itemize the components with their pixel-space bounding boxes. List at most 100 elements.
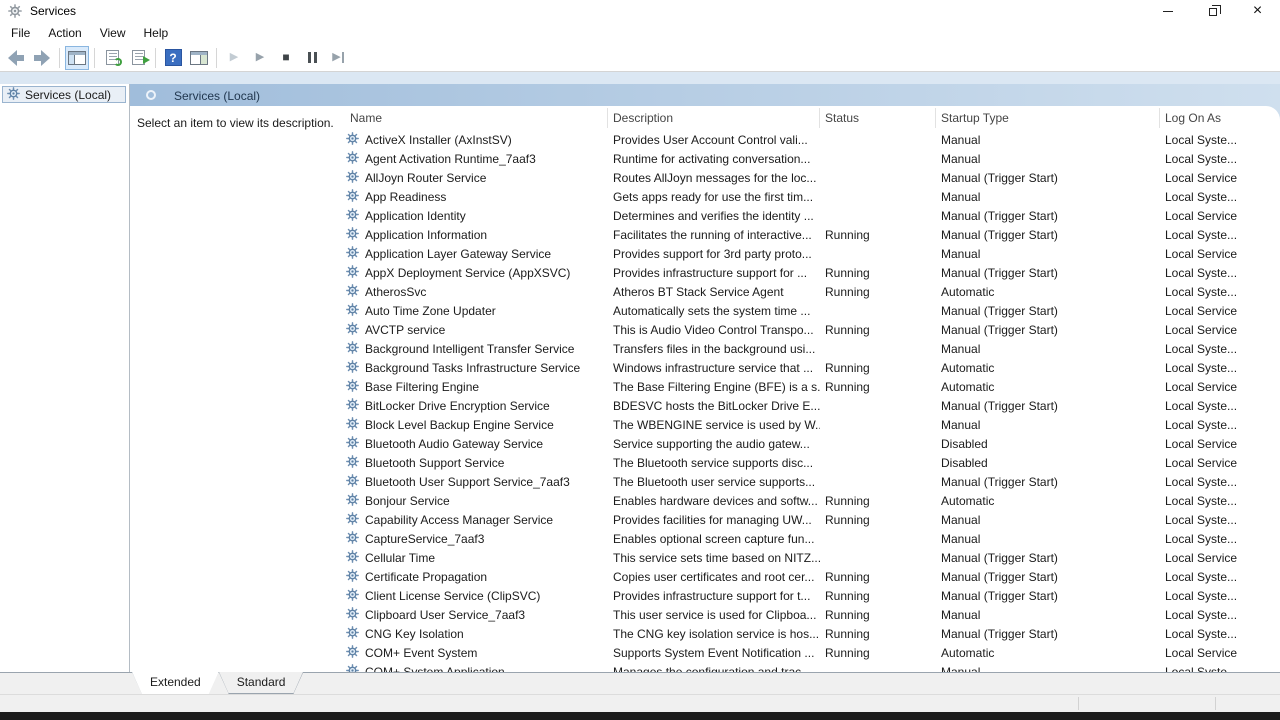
stop-service-icon: ■ — [282, 52, 289, 63]
service-description: This service sets time based on NITZ... — [608, 551, 820, 565]
table-row[interactable]: Application Layer Gateway Service Provid… — [340, 244, 1256, 263]
tab-standard[interactable]: Standard — [219, 672, 304, 694]
service-startup-type: Manual (Trigger Start) — [936, 475, 1160, 489]
services-grid: Name Description Status Startup Type Log… — [340, 106, 1256, 672]
service-description: The Bluetooth user service supports... — [608, 475, 820, 489]
service-log-on-as: Local Syste... — [1160, 228, 1256, 242]
service-gear-icon — [346, 151, 359, 164]
service-gear-icon-slot — [346, 398, 359, 414]
table-row[interactable]: BitLocker Drive Encryption Service BDESV… — [340, 396, 1256, 415]
service-gear-icon-slot — [346, 645, 359, 661]
table-row[interactable]: Agent Activation Runtime_7aaf3 Runtime f… — [340, 149, 1256, 168]
table-row[interactable]: Bluetooth User Support Service_7aaf3 The… — [340, 472, 1256, 491]
restore-button[interactable] — [1190, 0, 1235, 22]
minimize-button[interactable] — [1145, 0, 1190, 22]
service-name: Block Level Backup Engine Service — [365, 418, 554, 432]
services-ring-icon — [146, 90, 156, 100]
service-log-on-as: Local Syste... — [1160, 494, 1256, 508]
stop-service-button[interactable]: ■ — [274, 46, 298, 70]
column-header-startup-type[interactable]: Startup Type — [936, 108, 1160, 128]
service-description: Supports System Event Notification ... — [608, 646, 820, 660]
service-log-on-as: Local Syste... — [1160, 285, 1256, 299]
service-name: Base Filtering Engine — [365, 380, 479, 394]
table-row[interactable]: Background Intelligent Transfer Service … — [340, 339, 1256, 358]
table-row[interactable]: COM+ Event System Supports System Event … — [340, 643, 1256, 662]
service-startup-type: Manual (Trigger Start) — [936, 570, 1160, 584]
table-row[interactable]: Base Filtering Engine The Base Filtering… — [340, 377, 1256, 396]
close-button[interactable]: × — [1235, 0, 1280, 22]
table-row[interactable]: AVCTP service This is Audio Video Contro… — [340, 320, 1256, 339]
help-button[interactable]: ? — [161, 46, 185, 70]
table-row[interactable]: Cellular Time This service sets time bas… — [340, 548, 1256, 567]
service-gear-icon-slot — [346, 189, 359, 205]
export-list-button[interactable] — [126, 46, 150, 70]
pause-service-button[interactable] — [300, 46, 324, 70]
restart-service-button[interactable]: ▶ — [326, 46, 350, 70]
table-row[interactable]: Certificate Propagation Copies user cert… — [340, 567, 1256, 586]
service-status: Running — [820, 608, 936, 622]
service-gear-icon — [346, 322, 359, 335]
service-status: Running — [820, 323, 936, 337]
service-description: Provides User Account Control vali... — [608, 133, 820, 147]
service-gear-icon — [346, 246, 359, 259]
service-gear-icon-slot — [346, 246, 359, 262]
service-gear-icon — [346, 417, 359, 430]
table-row[interactable]: CNG Key Isolation The CNG key isolation … — [340, 624, 1256, 643]
table-row[interactable]: Clipboard User Service_7aaf3 This user s… — [340, 605, 1256, 624]
service-log-on-as: Local Syste... — [1160, 475, 1256, 489]
table-row[interactable]: Auto Time Zone Updater Automatically set… — [340, 301, 1256, 320]
service-name: Client License Service (ClipSVC) — [365, 589, 540, 603]
table-row[interactable]: Application Identity Determines and veri… — [340, 206, 1256, 225]
column-header-name[interactable]: Name — [340, 108, 608, 128]
table-row[interactable]: Capability Access Manager Service Provid… — [340, 510, 1256, 529]
forward-button[interactable] — [30, 46, 54, 70]
sidebar-item-services-local[interactable]: Services (Local) — [2, 86, 126, 103]
service-log-on-as: Local Service — [1160, 437, 1256, 451]
table-row[interactable]: Bonjour Service Enables hardware devices… — [340, 491, 1256, 510]
table-row[interactable]: ActiveX Installer (AxInstSV) Provides Us… — [340, 130, 1256, 149]
table-row[interactable]: COM+ System Application Manages the conf… — [340, 662, 1256, 672]
service-gear-icon-slot — [346, 588, 359, 604]
pause-service-icon — [308, 52, 317, 63]
table-row[interactable]: AllJoyn Router Service Routes AllJoyn me… — [340, 168, 1256, 187]
table-row[interactable]: Bluetooth Audio Gateway Service Service … — [340, 434, 1256, 453]
column-header-status[interactable]: Status — [820, 108, 936, 128]
column-header-description[interactable]: Description — [608, 108, 820, 128]
table-row[interactable]: CaptureService_7aaf3 Enables optional sc… — [340, 529, 1256, 548]
table-row[interactable]: Background Tasks Infrastructure Service … — [340, 358, 1256, 377]
menu-help[interactable]: Help — [135, 23, 178, 43]
resume-service-button[interactable]: ▶ — [248, 46, 272, 70]
service-startup-type: Automatic — [936, 494, 1160, 508]
service-log-on-as: Local Service — [1160, 209, 1256, 223]
service-status: Running — [820, 228, 936, 242]
service-description: Provides support for 3rd party proto... — [608, 247, 820, 261]
table-row[interactable]: Application Information Facilitates the … — [340, 225, 1256, 244]
start-service-button[interactable]: ▶ — [222, 46, 246, 70]
menu-view[interactable]: View — [91, 23, 135, 43]
table-row[interactable]: AtherosSvc Atheros BT Stack Service Agen… — [340, 282, 1256, 301]
table-row[interactable]: Bluetooth Support Service The Bluetooth … — [340, 453, 1256, 472]
service-gear-icon-slot — [346, 455, 359, 471]
show-console-tree-button[interactable] — [65, 46, 89, 70]
table-row[interactable]: App Readiness Gets apps ready for use th… — [340, 187, 1256, 206]
column-header-log-on-as[interactable]: Log On As — [1160, 108, 1256, 128]
services-window: Services × File Action View Help — [0, 0, 1280, 720]
service-name: Bluetooth Support Service — [365, 456, 504, 470]
service-status: Running — [820, 361, 936, 375]
refresh-button[interactable] — [100, 46, 124, 70]
toolbar-separator — [59, 48, 60, 68]
table-row[interactable]: AppX Deployment Service (AppXSVC) Provid… — [340, 263, 1256, 282]
show-action-pane-button[interactable] — [187, 46, 211, 70]
service-startup-type: Manual — [936, 152, 1160, 166]
tab-extended[interactable]: Extended — [132, 672, 219, 694]
back-button[interactable] — [4, 46, 28, 70]
toolbar: ? ▶ ▶ ■ ▶ — [0, 44, 1280, 72]
service-gear-icon — [346, 531, 359, 544]
service-gear-icon-slot — [346, 531, 359, 547]
table-row[interactable]: Client License Service (ClipSVC) Provide… — [340, 586, 1256, 605]
menu-file[interactable]: File — [2, 23, 39, 43]
menu-action[interactable]: Action — [39, 23, 90, 43]
service-description: This user service is used for Clipboa... — [608, 608, 820, 622]
service-gear-icon — [346, 512, 359, 525]
table-row[interactable]: Block Level Backup Engine Service The WB… — [340, 415, 1256, 434]
